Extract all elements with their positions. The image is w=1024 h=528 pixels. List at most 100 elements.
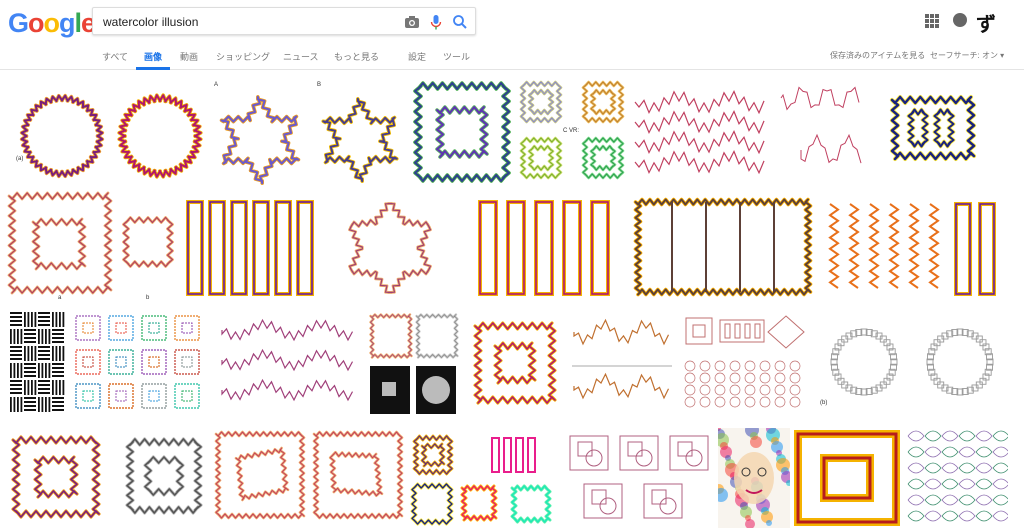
tab-more[interactable]: もっと見る bbox=[334, 50, 379, 63]
result-thumbnail-18[interactable] bbox=[8, 310, 66, 418]
thumbnail-drawing bbox=[634, 90, 765, 175]
tab-all[interactable]: すべて bbox=[102, 50, 128, 63]
thumbnail-drawing bbox=[718, 428, 790, 528]
thumbnail-drawing bbox=[75, 315, 200, 409]
thumbnail-drawing bbox=[473, 321, 557, 405]
thumbnail-drawing bbox=[369, 313, 459, 414]
result-thumbnail-34[interactable] bbox=[904, 428, 1008, 528]
thumbnail-drawing bbox=[413, 81, 511, 183]
result-thumbnail-33[interactable] bbox=[792, 428, 902, 528]
image-results-grid: (a) a b A B C VR: (b) bbox=[0, 70, 1024, 528]
logo-letter: o bbox=[28, 8, 44, 38]
thumbnail-drawing bbox=[478, 200, 610, 296]
thumbnail-drawing bbox=[221, 318, 354, 402]
apps-grid-icon[interactable] bbox=[925, 14, 939, 28]
caption-B: B bbox=[317, 82, 322, 88]
result-thumbnail-3[interactable] bbox=[210, 80, 310, 188]
thumbnail-drawing bbox=[7, 191, 113, 295]
result-thumbnail-14[interactable] bbox=[462, 190, 622, 302]
logo-letter: o bbox=[43, 8, 60, 38]
caption-cvr: C VR: bbox=[563, 128, 580, 134]
tab-videos[interactable]: 動画 bbox=[180, 50, 198, 63]
thumbnail-drawing bbox=[569, 435, 709, 519]
thumbnail-drawing bbox=[954, 202, 996, 296]
thumbnail-drawing bbox=[830, 328, 994, 396]
caption-A: A bbox=[214, 82, 219, 88]
result-thumbnail-16[interactable] bbox=[822, 190, 946, 302]
result-thumbnail-17[interactable] bbox=[948, 190, 1008, 302]
thumbnail-drawing bbox=[889, 94, 977, 162]
thumbnail-drawing bbox=[117, 93, 203, 179]
result-thumbnail-32[interactable] bbox=[718, 428, 790, 528]
result-thumbnail-5[interactable] bbox=[410, 80, 515, 188]
result-thumbnail-19[interactable] bbox=[70, 310, 210, 418]
thumbnail-drawing bbox=[19, 93, 105, 179]
result-thumbnail-8[interactable] bbox=[771, 80, 871, 188]
result-thumbnail-9[interactable] bbox=[873, 80, 993, 188]
result-thumbnail-10[interactable] bbox=[4, 190, 116, 302]
result-thumbnail-31[interactable] bbox=[564, 428, 716, 528]
thumbnail-drawing bbox=[684, 315, 805, 408]
result-thumbnail-21[interactable] bbox=[366, 310, 462, 418]
result-thumbnail-28[interactable] bbox=[212, 428, 308, 528]
thumbnail-drawing bbox=[312, 430, 404, 520]
avatar[interactable]: ず bbox=[976, 8, 1000, 36]
thumbnail-drawing bbox=[219, 95, 301, 185]
thumbnail-drawing bbox=[348, 202, 432, 294]
mic-icon[interactable] bbox=[427, 13, 445, 31]
safesearch-toggle[interactable]: セーフサーチ: オン ▾ bbox=[930, 50, 1004, 61]
caption-a: a bbox=[58, 295, 62, 301]
result-thumbnail-1[interactable] bbox=[10, 80, 110, 188]
google-logo[interactable]: Google bbox=[8, 8, 96, 39]
result-thumbnail-12[interactable] bbox=[182, 190, 322, 302]
result-thumbnail-24[interactable] bbox=[680, 310, 812, 418]
logo-letter: G bbox=[8, 8, 29, 38]
result-thumbnail-13[interactable] bbox=[324, 190, 460, 302]
search-icon[interactable] bbox=[451, 13, 469, 31]
thumbnail-drawing bbox=[186, 200, 314, 296]
result-thumbnail-15[interactable] bbox=[624, 190, 820, 302]
tab-shopping[interactable]: ショッピング bbox=[216, 50, 270, 63]
caption-a: (a) bbox=[16, 156, 24, 162]
tab-images[interactable]: 画像 bbox=[144, 50, 162, 63]
thumbnail-drawing bbox=[572, 318, 672, 400]
tab-news[interactable]: ニュース bbox=[283, 50, 319, 63]
thumbnail-drawing bbox=[828, 203, 940, 289]
thumbnail-drawing bbox=[321, 97, 399, 183]
result-thumbnail-25[interactable] bbox=[816, 310, 1008, 418]
result-thumbnail-6[interactable] bbox=[517, 80, 627, 188]
logo-letter: g bbox=[59, 8, 75, 38]
saved-items-link[interactable]: 保存済みのアイテムを見る bbox=[830, 50, 925, 61]
notifications-icon[interactable] bbox=[953, 13, 967, 27]
result-thumbnail-2[interactable] bbox=[112, 80, 208, 188]
thumbnail-drawing bbox=[10, 312, 65, 412]
camera-icon[interactable] bbox=[403, 13, 421, 31]
search-input[interactable]: watercolor illusion bbox=[103, 15, 198, 29]
thumbnail-drawing bbox=[780, 86, 862, 164]
thumbnail-drawing bbox=[794, 430, 900, 526]
thumbnail-drawing bbox=[11, 435, 101, 519]
result-thumbnail-29[interactable] bbox=[310, 428, 406, 528]
result-thumbnail-7[interactable] bbox=[629, 80, 769, 188]
thumbnail-drawing bbox=[633, 197, 813, 297]
result-thumbnail-27[interactable] bbox=[116, 428, 210, 528]
thumbnail-drawing bbox=[907, 430, 1008, 522]
tab-tools[interactable]: ツール bbox=[443, 50, 470, 63]
result-thumbnail-23[interactable] bbox=[568, 310, 676, 418]
tab-settings[interactable]: 設定 bbox=[408, 50, 426, 63]
thumbnail-drawing bbox=[122, 216, 174, 268]
caption-b: b bbox=[146, 295, 150, 301]
thumbnail-drawing bbox=[519, 80, 625, 180]
search-box[interactable]: watercolor illusion bbox=[92, 7, 476, 35]
result-thumbnail-11[interactable] bbox=[118, 190, 180, 302]
result-thumbnail-22[interactable] bbox=[466, 310, 564, 418]
result-thumbnail-30[interactable] bbox=[408, 428, 560, 528]
result-thumbnail-4[interactable] bbox=[312, 80, 408, 188]
header: Google watercolor illusion ず すべて 画像 動画 シ… bbox=[0, 0, 1024, 70]
result-thumbnail-20[interactable] bbox=[214, 310, 362, 418]
result-thumbnail-26[interactable] bbox=[4, 428, 114, 528]
thumbnail-drawing bbox=[214, 430, 306, 520]
thumbnail-drawing bbox=[125, 437, 203, 515]
thumbnail-drawing bbox=[410, 434, 552, 526]
caption-panel-b: (b) bbox=[820, 400, 828, 406]
